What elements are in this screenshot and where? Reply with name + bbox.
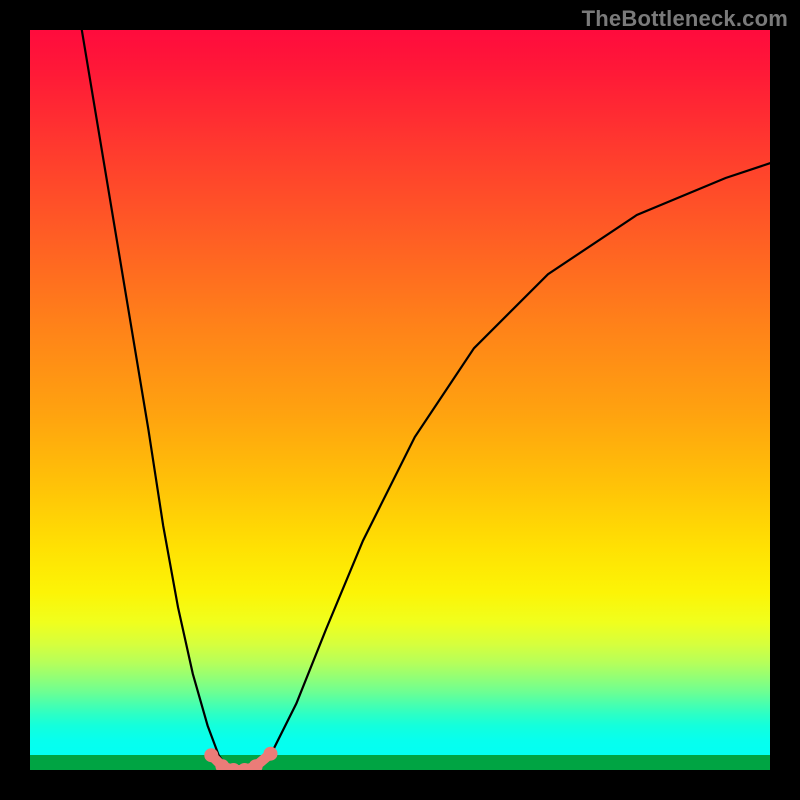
curve-layer: [30, 30, 770, 770]
curve-right-branch: [259, 163, 770, 770]
trough-marker: [204, 748, 218, 762]
trough-marker: [264, 747, 278, 761]
plot-area: [30, 30, 770, 770]
watermark-text: TheBottleneck.com: [582, 6, 788, 32]
trough-markers: [204, 747, 277, 770]
curve-left-branch: [82, 30, 230, 770]
chart-frame: TheBottleneck.com: [0, 0, 800, 800]
